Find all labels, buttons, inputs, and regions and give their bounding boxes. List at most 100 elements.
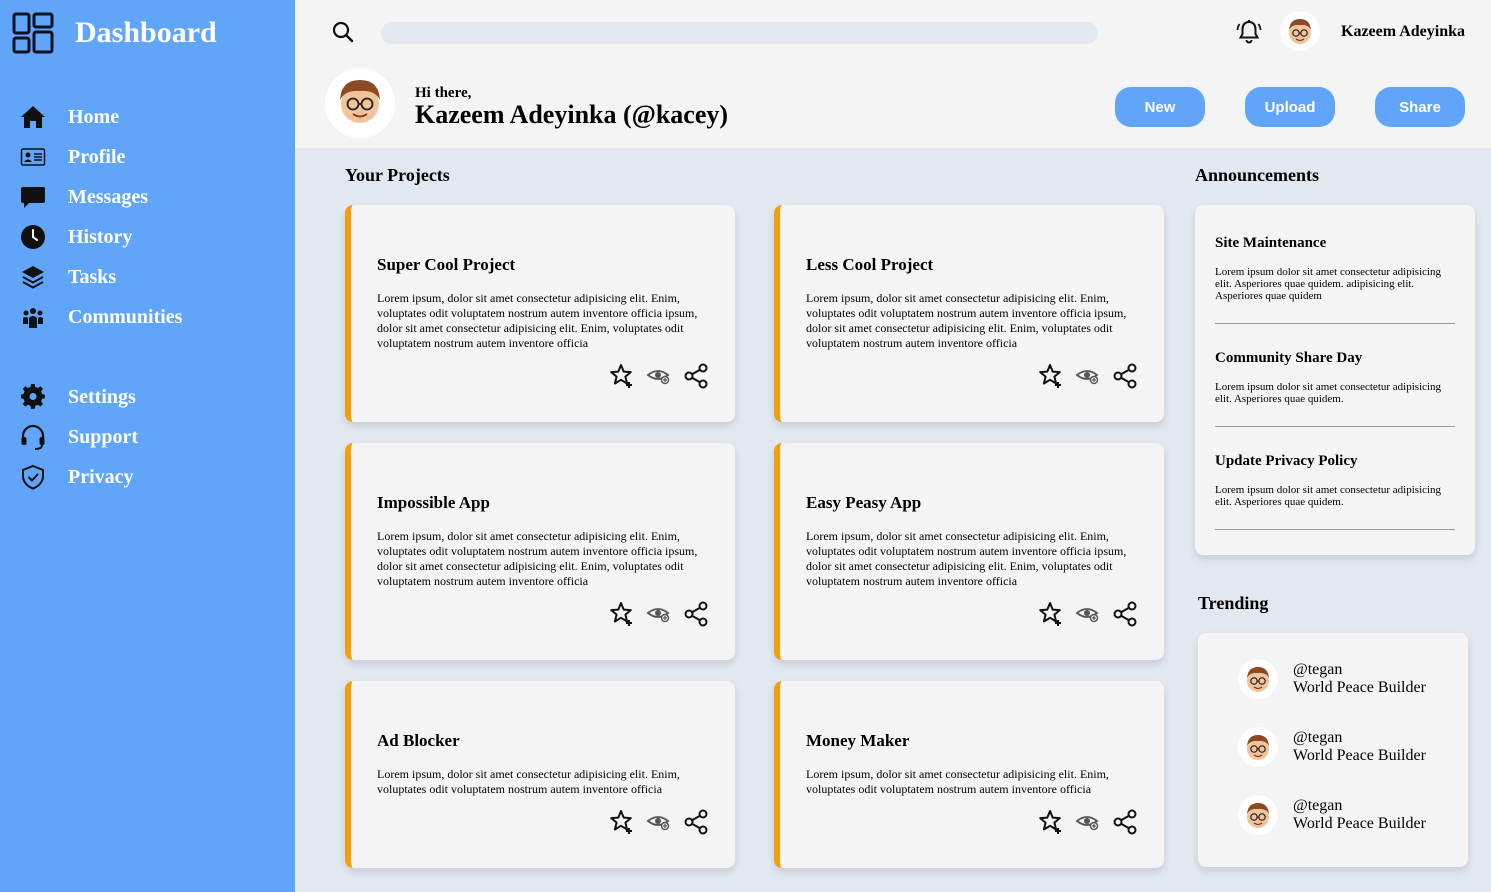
project-title[interactable]: Less Cool Project (806, 255, 933, 275)
sidebar-item-label: Home (68, 105, 120, 128)
project-description: Lorem ipsum, dolor sit amet consectetur … (377, 291, 698, 350)
announcement-title[interactable]: Site Maintenance (1215, 235, 1455, 252)
announcement-title[interactable]: Community Share Day (1215, 350, 1455, 367)
announcement-item[interactable]: Site Maintenance Lorem ipsum dolor sit a… (1215, 235, 1455, 324)
announcement-item[interactable]: Update Privacy Policy Lorem ipsum dolor … (1215, 453, 1455, 530)
brand[interactable]: Dashboard (12, 12, 217, 54)
top-username[interactable]: Kazeem Adeyinka (1341, 23, 1465, 41)
star-plus-icon[interactable] (609, 809, 635, 835)
trending-handle[interactable]: @tegan (1293, 729, 1426, 747)
sidebar-item-label: Privacy (68, 465, 134, 488)
header: Kazeem Adeyinka Hi there, Kazeem Adeyink… (295, 0, 1491, 148)
star-plus-icon[interactable] (609, 363, 635, 389)
project-description: Lorem ipsum, dolor sit amet consectetur … (806, 767, 1109, 796)
trending-user[interactable]: @tegan World Peace Builder (1238, 795, 1426, 835)
layers-icon (18, 262, 48, 292)
trending-user[interactable]: @tegan World Peace Builder (1238, 659, 1426, 699)
shield-icon (18, 462, 48, 492)
share-icon[interactable] (1112, 601, 1138, 627)
project-actions (1027, 809, 1138, 835)
share-icon[interactable] (1112, 809, 1138, 835)
trending-role: World Peace Builder (1293, 815, 1426, 832)
sidebar-item-history[interactable]: History (18, 222, 132, 252)
announcement-item[interactable]: Community Share Day Lorem ipsum dolor si… (1215, 350, 1455, 427)
share-icon[interactable] (683, 809, 709, 835)
search-icon[interactable] (331, 20, 355, 44)
sidebar-item-label: Tasks (68, 265, 117, 288)
announcements-panel: Site Maintenance Lorem ipsum dolor sit a… (1195, 205, 1475, 555)
project-actions (598, 363, 709, 389)
eye-icon[interactable] (646, 601, 672, 627)
sidebar-item-messages[interactable]: Messages (18, 182, 148, 212)
project-actions (1027, 363, 1138, 389)
eye-icon[interactable] (1075, 809, 1101, 835)
sidebar-item-label: Support (68, 425, 139, 448)
app-title: Dashboard (75, 16, 217, 49)
sidebar-item-tasks[interactable]: Tasks (18, 262, 116, 292)
sidebar-item-label: Communities (68, 305, 183, 328)
star-plus-icon[interactable] (1038, 601, 1064, 627)
sidebar-item-profile[interactable]: Profile (18, 142, 125, 172)
profile-avatar[interactable] (325, 68, 395, 138)
eye-icon[interactable] (1075, 363, 1101, 389)
bell-icon[interactable] (1235, 18, 1263, 46)
trending-title: Trending (1198, 593, 1269, 613)
chat-icon (18, 182, 48, 212)
sidebar-item-label: Profile (68, 145, 126, 168)
projects-title: Your Projects (345, 165, 450, 185)
eye-icon[interactable] (646, 363, 672, 389)
project-card[interactable]: Money Maker Lorem ipsum, dolor sit amet … (774, 681, 1164, 868)
sidebar-item-label: Messages (68, 185, 148, 208)
profile-fullname: Kazeem Adeyinka (@kacey) (415, 100, 729, 129)
new-button[interactable]: New (1115, 87, 1205, 127)
project-actions (598, 809, 709, 835)
headset-icon (18, 422, 48, 452)
project-description: Lorem ipsum, dolor sit amet consectetur … (806, 529, 1127, 588)
star-plus-icon[interactable] (1038, 809, 1064, 835)
project-card[interactable]: Ad Blocker Lorem ipsum, dolor sit amet c… (345, 681, 735, 868)
share-icon[interactable] (683, 363, 709, 389)
eye-icon[interactable] (1075, 601, 1101, 627)
share-icon[interactable] (683, 601, 709, 627)
project-description: Lorem ipsum, dolor sit amet consectetur … (806, 291, 1127, 350)
project-description: Lorem ipsum, dolor sit amet consectetur … (377, 767, 680, 796)
project-description: Lorem ipsum, dolor sit amet consectetur … (377, 529, 698, 588)
project-card[interactable]: Super Cool Project Lorem ipsum, dolor si… (345, 205, 735, 422)
project-title[interactable]: Easy Peasy App (806, 493, 921, 513)
sidebar: Dashboard Home Profile Messages History … (0, 0, 295, 892)
project-card[interactable]: Easy Peasy App Lorem ipsum, dolor sit am… (774, 443, 1164, 660)
avatar[interactable] (1238, 795, 1278, 835)
search-input[interactable] (381, 22, 1098, 44)
share-button[interactable]: Share (1375, 87, 1465, 127)
sidebar-item-communities[interactable]: Communities (18, 302, 182, 332)
share-icon[interactable] (1112, 363, 1138, 389)
star-plus-icon[interactable] (609, 601, 635, 627)
eye-icon[interactable] (646, 809, 672, 835)
trending-handle[interactable]: @tegan (1293, 797, 1426, 815)
sidebar-item-label: Settings (68, 385, 136, 408)
sidebar-item-support[interactable]: Support (18, 422, 138, 452)
star-plus-icon[interactable] (1038, 363, 1064, 389)
project-title[interactable]: Super Cool Project (377, 255, 515, 275)
community-icon (18, 302, 48, 332)
project-title[interactable]: Impossible App (377, 493, 490, 513)
project-actions (1027, 601, 1138, 627)
project-title[interactable]: Money Maker (806, 731, 909, 751)
announcements-title: Announcements (1195, 165, 1320, 185)
announcement-text: Lorem ipsum dolor sit amet consectetur a… (1215, 484, 1442, 508)
sidebar-item-settings[interactable]: Settings (18, 382, 136, 412)
avatar[interactable] (1238, 727, 1278, 767)
home-icon (18, 102, 48, 132)
user-avatar[interactable] (1280, 11, 1320, 51)
avatar[interactable] (1238, 659, 1278, 699)
announcement-title[interactable]: Update Privacy Policy (1215, 453, 1455, 470)
gear-icon (18, 382, 48, 412)
project-card[interactable]: Less Cool Project Lorem ipsum, dolor sit… (774, 205, 1164, 422)
project-title[interactable]: Ad Blocker (377, 731, 460, 751)
sidebar-item-privacy[interactable]: Privacy (18, 462, 134, 492)
trending-user[interactable]: @tegan World Peace Builder (1238, 727, 1426, 767)
trending-handle[interactable]: @tegan (1293, 661, 1426, 679)
project-card[interactable]: Impossible App Lorem ipsum, dolor sit am… (345, 443, 735, 660)
upload-button[interactable]: Upload (1245, 87, 1335, 127)
sidebar-item-home[interactable]: Home (18, 102, 119, 132)
